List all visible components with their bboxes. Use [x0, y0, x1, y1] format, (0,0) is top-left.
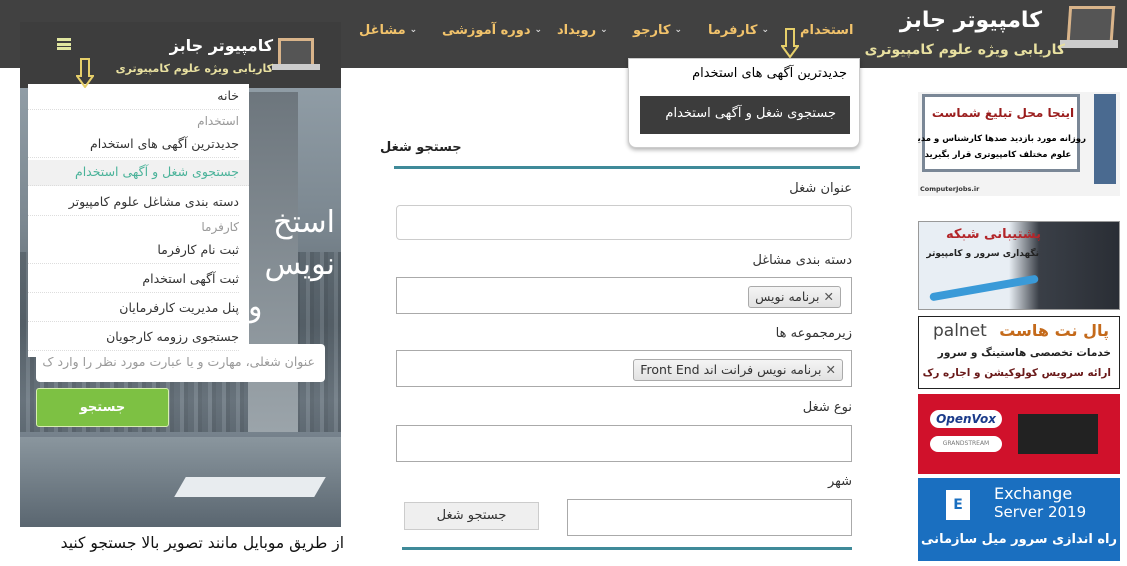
menu-item-job-search[interactable]: جستجوی شغل و آگهی استخدام — [28, 160, 249, 186]
menu-item-categories[interactable]: دسته بندی مشاغل علوم کامپیوتر — [28, 194, 239, 216]
estekhdam-dropdown: جدیدترین آگهی های استخدام جستجوی شغل و آ… — [628, 58, 860, 148]
mobile-menu: خانه استخدام جدیدترین آگهی های استخدام ج… — [28, 84, 249, 357]
ad-banner-palnet[interactable]: palnet پال نت هاست خدمات تخصصی هاستینگ و… — [918, 316, 1120, 389]
menu-item-latest-jobs[interactable]: جدیدترین آگهی های استخدام — [28, 136, 239, 158]
cable-image — [929, 274, 1039, 302]
ad-brand: GRANDSTREAM — [930, 436, 1002, 452]
category-tag[interactable]: ✕ برنامه نویس — [748, 286, 841, 308]
subcategory-label: زیرمجموعه ها — [775, 326, 852, 341]
category-select[interactable]: ✕ برنامه نویس — [396, 277, 852, 314]
mobile-logo-subtitle: کاریابی ویژه علوم کامپیوتری — [115, 62, 273, 75]
ad-banner-network[interactable]: پشتیبانی شبکه نگهداری سرور و کامپیوتر — [918, 221, 1120, 310]
form-title: جستجو شغل — [380, 140, 462, 155]
remove-tag-icon[interactable]: ✕ — [826, 362, 836, 377]
hero-line-2: نویس — [264, 247, 335, 282]
divider — [402, 547, 852, 550]
ad-brand: OpenVox — [930, 410, 1002, 428]
nav-label: کارجو — [633, 22, 671, 38]
nav-label: کارفرما — [708, 22, 758, 38]
nav-item-course[interactable]: ⌄ دوره آموزشی — [442, 20, 542, 40]
ad-banner-exchange[interactable]: E Exchange Server 2019 راه اندازی سرور م… — [918, 478, 1120, 561]
mobile-header: کامپیوتر جابز کاریابی ویژه علوم کامپیوتر… — [20, 22, 341, 88]
nav-item-jobs[interactable]: ⌄ مشاغل — [359, 20, 417, 40]
logo-laptop-icon — [1066, 6, 1116, 40]
subcategory-select[interactable]: ✕ برنامه نویس فرانت اند Front End — [396, 350, 852, 387]
logo-title[interactable]: کامپیوتر جابز — [900, 8, 1042, 33]
menu-item-post-job[interactable]: ثبت آگهی استخدام — [28, 271, 239, 293]
ad-title: Exchange — [994, 484, 1073, 503]
device-image — [1018, 414, 1098, 454]
notebook-image — [174, 477, 326, 497]
menu-item-resume-search[interactable]: جستجوی رزومه کارجویان — [28, 329, 239, 351]
menu-heading-employer: کارفرما — [201, 220, 239, 234]
nav-label: مشاغل — [359, 22, 406, 38]
divider — [394, 166, 860, 169]
nav-item-estekhdam[interactable]: استخدام — [800, 20, 853, 40]
arrow-down-icon — [76, 58, 94, 88]
job-type-label: نوع شغل — [802, 400, 852, 415]
arrow-down-icon — [781, 28, 799, 58]
hamburger-icon[interactable] — [57, 38, 71, 50]
job-title-input[interactable] — [396, 205, 852, 240]
logo-subtitle: کاریابی ویژه علوم کامپیوتری — [864, 42, 1065, 58]
nav-item-jobseeker[interactable]: ⌄ کارجو — [633, 20, 682, 40]
chevron-down-icon: ⌄ — [534, 25, 543, 35]
ad-title: پشتیبانی شبکه — [945, 227, 1041, 242]
logo-laptop-icon — [278, 38, 314, 64]
menu-heading-estekhdam: استخدام — [197, 114, 239, 128]
ad-banner-openvox[interactable]: OpenVox GRANDSTREAM — [918, 394, 1120, 474]
job-title-label: عنوان شغل — [789, 181, 852, 196]
nav-label: استخدام — [800, 22, 854, 38]
chevron-down-icon: ⌄ — [600, 25, 608, 35]
ad-brand: palnet — [933, 321, 987, 341]
category-label: دسته بندی مشاغل — [752, 253, 852, 268]
ad-banner-advertise[interactable]: اینجا محل تبلیغ شماست روزانه مورد بازدید… — [918, 92, 1120, 196]
ad-title: Server 2019 — [994, 503, 1087, 521]
job-type-select[interactable] — [396, 425, 852, 462]
ad-brand: ComputerJobs.ir — [920, 185, 980, 193]
chevron-down-icon: ⌄ — [761, 25, 770, 35]
ad-text: روزانه مورد بازدید صدها کارشناس و مدیر — [918, 134, 1086, 144]
ad-text: راه اندازی سرور میل سازمانی — [921, 532, 1117, 547]
chevron-down-icon: ⌄ — [409, 25, 418, 35]
nav-label: رویداد — [557, 22, 597, 38]
remove-tag-icon[interactable]: ✕ — [824, 289, 834, 304]
tag-label: برنامه نویس — [755, 289, 820, 304]
ad-title: اینجا محل تبلیغ شماست — [931, 106, 1075, 120]
ad-text: خدمات تخصصی هاستینگ و سرور — [937, 347, 1111, 359]
ad-text: ارائه سرویس کولوکیشن و اجاره رک — [922, 367, 1111, 379]
ad-text: نگهداری سرور و کامپیوتر — [926, 249, 1039, 259]
mobile-logo-title: کامپیوتر جابز — [169, 36, 273, 55]
chevron-down-icon: ⌄ — [674, 25, 682, 35]
menu-item-employer-panel[interactable]: پنل مدیریت کارفرمایان — [28, 300, 239, 322]
subcategory-tag[interactable]: ✕ برنامه نویس فرانت اند Front End — [633, 359, 843, 381]
hero-line-3: و — [248, 289, 263, 324]
search-job-button[interactable]: جستجو شغل — [404, 502, 539, 530]
menu-item-home[interactable]: خانه — [28, 88, 239, 110]
logo-keyboard-icon — [1060, 40, 1118, 48]
caption: از طریق موبایل مانند تصویر بالا جستجو کن… — [60, 534, 344, 552]
logo-keyboard-icon — [272, 64, 320, 70]
tag-label: برنامه نویس فرانت اند Front End — [640, 362, 822, 377]
exchange-logo-icon: E — [946, 490, 970, 520]
mobile-screenshot: کامپیوتر جابز کاریابی ویژه علوم کامپیوتر… — [20, 22, 341, 527]
city-select[interactable] — [567, 499, 852, 536]
dropdown-item-job-search[interactable]: جستجوی شغل و آگهی استخدام — [640, 96, 850, 134]
hero-line-1: استخ — [273, 205, 335, 240]
menu-item-employer-signup[interactable]: ثبت نام کارفرما — [28, 242, 239, 264]
ad-title: پال نت هاست — [999, 321, 1109, 340]
painter-image — [1094, 94, 1116, 184]
dropdown-item-latest-jobs[interactable]: جدیدترین آگهی های استخدام — [692, 66, 847, 81]
city-label: شهر — [827, 474, 852, 489]
nav-label: دوره آموزشی — [442, 22, 531, 38]
ad-text: علوم مختلف کامپیوتری قرار بگیرید — [924, 150, 1072, 160]
nav-item-employer[interactable]: ⌄ کارفرما — [708, 20, 769, 40]
nav-item-event[interactable]: ⌄ رویداد — [557, 20, 608, 40]
mobile-search-button[interactable]: جستجو — [36, 388, 169, 427]
